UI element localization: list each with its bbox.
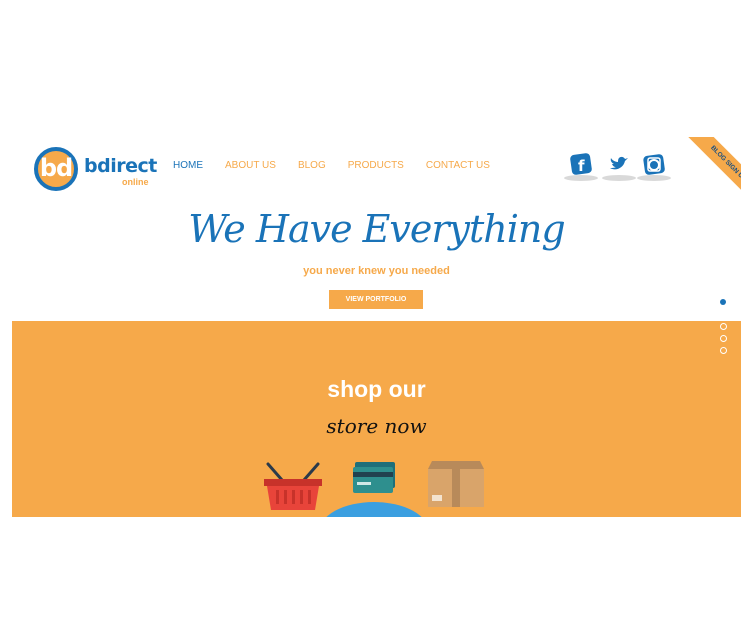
hero-title: We Have Everything <box>188 207 565 251</box>
main-nav: HOME ABOUT US BLOG PRODUCTS CONTACT US <box>173 160 512 171</box>
slider-dot-1[interactable] <box>720 299 726 305</box>
nav-products[interactable]: PRODUCTS <box>348 160 404 171</box>
nav-about-us[interactable]: ABOUT US <box>225 160 276 171</box>
nav-home[interactable]: HOME <box>173 160 203 171</box>
twitter-icon[interactable] <box>602 153 636 181</box>
basket-icon <box>262 462 324 515</box>
facebook-icon[interactable]: f <box>564 153 598 181</box>
ribbon-label: BLOG SIGN UP <box>682 137 741 207</box>
website-page: bd bdirect online HOME ABOUT US BLOG PRO… <box>12 137 741 517</box>
shop-title: shop our <box>327 376 426 402</box>
hero-subtitle: you never knew you needed <box>303 265 450 277</box>
store-now-link[interactable]: store now <box>12 414 741 438</box>
nav-blog[interactable]: BLOG <box>298 160 326 171</box>
logo-mark-text: bd <box>39 154 73 182</box>
svg-text:f: f <box>578 157 585 175</box>
view-portfolio-button[interactable]: VIEW PORTFOLIO <box>329 290 423 309</box>
credit-card-icon <box>353 462 397 499</box>
logo-name: bdirect <box>84 155 157 177</box>
slider-dot-2[interactable] <box>720 323 727 330</box>
shop-section: shop our store now <box>12 321 741 517</box>
slider-dot-4[interactable] <box>720 347 727 354</box>
logo[interactable]: bd bdirect online <box>34 147 159 193</box>
box-icon <box>424 459 488 514</box>
nav-contact-us[interactable]: CONTACT US <box>426 160 490 171</box>
instagram-icon[interactable] <box>637 153 671 181</box>
blog-signup-ribbon[interactable]: BLOG SIGN UP <box>671 137 741 207</box>
slider-dot-3[interactable] <box>720 335 727 342</box>
logo-sub: online <box>122 177 149 187</box>
blue-circle-decoration <box>319 502 429 517</box>
logo-mark: bd <box>34 147 78 191</box>
